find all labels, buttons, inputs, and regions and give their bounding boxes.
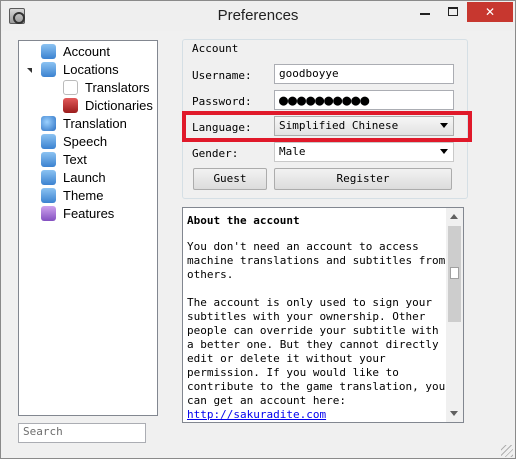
sidebar-item-label: Locations [63, 62, 119, 77]
sidebar-item-label: Theme [63, 188, 104, 203]
building-icon [41, 62, 56, 77]
sidebar-item-label: Features [63, 206, 115, 221]
puzzle-icon [41, 206, 56, 221]
username-label: Username: [192, 69, 252, 82]
search-input[interactable]: Search [18, 423, 146, 443]
vertical-scrollbar[interactable] [446, 208, 463, 422]
about-paragraph: You don't need an account to access mach… [187, 240, 446, 281]
maximize-icon [448, 7, 458, 16]
sidebar-item-label: Account [63, 44, 110, 59]
gender-select-value: Male [279, 145, 306, 158]
text-icon [41, 152, 56, 167]
about-text: About the account You don't need an acco… [187, 214, 447, 422]
minimize-button[interactable] [411, 2, 439, 22]
gender-select[interactable]: Male [274, 142, 454, 162]
account-group-title: Account [192, 42, 239, 55]
password-label: Password: [192, 95, 252, 108]
minimize-icon [420, 13, 430, 15]
scrollbar-thumb[interactable] [448, 226, 461, 322]
scroll-down-icon[interactable] [450, 411, 458, 416]
guest-button[interactable]: Guest [193, 168, 267, 190]
dictionary-icon [63, 98, 78, 113]
about-heading: About the account [187, 214, 300, 227]
globe-icon [41, 116, 56, 131]
sidebar-tree: Account Locations Translators Dictionari… [18, 40, 158, 416]
theme-icon [41, 188, 56, 203]
sakuradite-link[interactable]: http://sakuradite.com [187, 408, 326, 421]
sidebar-item-label: Launch [63, 170, 106, 185]
collapse-arrow-icon[interactable] [27, 68, 32, 73]
preferences-window: Preferences ✕ Account Locations Translat… [0, 0, 516, 459]
pen-icon [63, 80, 78, 95]
maximize-button[interactable] [439, 2, 467, 22]
sidebar-item-label: Speech [63, 134, 108, 149]
gender-label: Gender: [192, 147, 239, 160]
sidebar-item-label: Translation [63, 116, 127, 131]
username-field[interactable]: goodboyye [274, 64, 454, 84]
scroll-up-icon[interactable] [450, 214, 458, 219]
about-paragraph: The account is only used to sign your su… [187, 296, 446, 407]
title-bar: Preferences ✕ [1, 1, 515, 31]
password-field[interactable]: ●●●●●●●●●● [274, 90, 454, 110]
music-icon [41, 134, 56, 149]
sidebar-item-label: Dictionaries [85, 98, 153, 113]
about-text-panel[interactable]: About the account You don't need an acco… [182, 207, 464, 423]
launch-icon [41, 170, 56, 185]
close-button[interactable]: ✕ [467, 2, 513, 22]
user-icon [41, 44, 56, 59]
sidebar-item-label: Translators [85, 80, 150, 95]
chevron-down-icon [440, 149, 448, 154]
resize-grip[interactable] [501, 445, 513, 457]
register-button[interactable]: Register [274, 168, 452, 190]
language-highlight-box [182, 111, 472, 142]
sidebar-item-label: Text [63, 152, 87, 167]
